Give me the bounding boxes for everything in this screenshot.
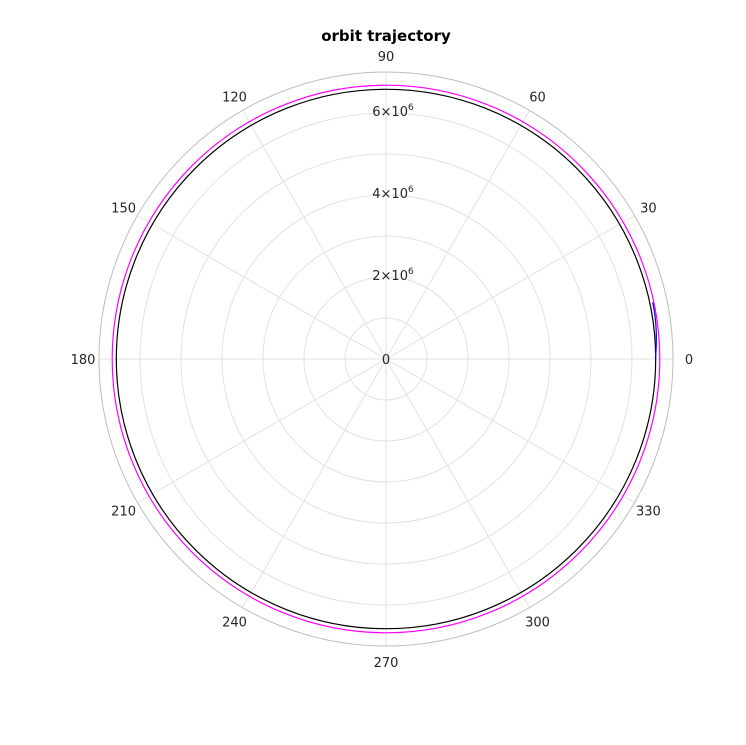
r-tick-label-1: 2×106 bbox=[372, 267, 414, 284]
theta-tick-label-300: 300 bbox=[525, 615, 550, 630]
theta-tick-label-330: 330 bbox=[636, 505, 661, 520]
theta-tick-label-60: 60 bbox=[529, 91, 546, 106]
r-tick-label-0: 0 bbox=[382, 353, 390, 368]
theta-tick-label-30: 30 bbox=[640, 202, 657, 217]
theta-gridline-210 bbox=[137, 358, 387, 503]
theta-gridline-300 bbox=[385, 358, 530, 608]
theta-tick-label-270: 270 bbox=[374, 656, 399, 671]
r-tick-base-2: 4×10 bbox=[372, 187, 408, 202]
theta-tick-label-240: 240 bbox=[222, 615, 247, 630]
r-tick-base-1: 2×10 bbox=[372, 269, 408, 284]
theta-gridline-60 bbox=[385, 110, 530, 360]
theta-tick-label-210: 210 bbox=[111, 505, 136, 520]
r-tick-labels: 02×1064×1066×106 bbox=[372, 103, 414, 368]
theta-tick-label-120: 120 bbox=[222, 91, 247, 106]
theta-tick-label-180: 180 bbox=[71, 353, 96, 368]
r-tick-label-3: 6×106 bbox=[372, 103, 414, 120]
r-tick-exponent-3: 6 bbox=[408, 103, 414, 113]
theta-tick-label-90: 90 bbox=[378, 50, 395, 65]
r-tick-exponent-2: 6 bbox=[408, 185, 414, 195]
polar-chart: orbit trajectory 03060901201501802102402… bbox=[71, 27, 694, 671]
r-tick-base-3: 6×10 bbox=[372, 105, 408, 120]
theta-gridline-30 bbox=[385, 215, 635, 360]
theta-tick-label-150: 150 bbox=[111, 202, 136, 217]
theta-gridline-120 bbox=[242, 110, 387, 360]
r-tick-exponent-1: 6 bbox=[408, 267, 414, 277]
theta-tick-label-0: 0 bbox=[685, 353, 693, 368]
theta-gridline-240 bbox=[242, 358, 387, 608]
r-tick-label-2: 4×106 bbox=[372, 185, 414, 202]
theta-gridline-330 bbox=[385, 358, 635, 503]
theta-gridline-150 bbox=[137, 215, 387, 360]
chart-title: orbit trajectory bbox=[321, 27, 451, 45]
